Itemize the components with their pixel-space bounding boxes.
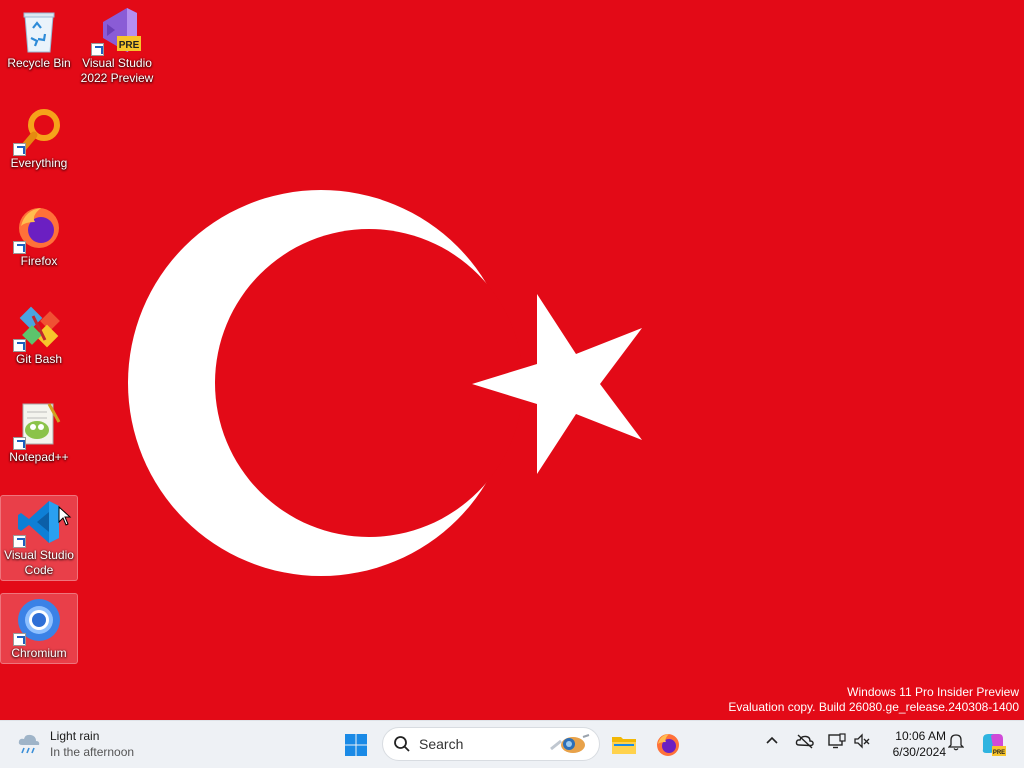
firefox-icon [657, 734, 679, 756]
shortcut-arrow-icon [13, 633, 26, 646]
copilot-preview-icon: PRE [982, 734, 1006, 756]
taskbar: Light rain In the afternoon Search 10:06… [0, 720, 1024, 768]
shortcut-arrow-icon [91, 43, 104, 56]
monitor-icon [828, 733, 846, 749]
wallpaper-turkish-flag [0, 0, 1024, 720]
copilot-button[interactable]: PRE [980, 731, 1006, 762]
desktop-icon-label: Chromium [11, 646, 67, 660]
search-icon [394, 736, 410, 752]
shortcut-arrow-icon [13, 437, 26, 450]
display-button[interactable] [828, 733, 846, 754]
desktop-icon-label: Visual Studio Code [4, 548, 74, 577]
firefox-icon [13, 204, 63, 254]
volume-button[interactable] [853, 733, 871, 754]
desktop-icon-label: Recycle Bin [7, 56, 71, 70]
clock-time: 10:06 AM [895, 729, 946, 743]
taskbar-clock[interactable]: 10:06 AM 6/30/2024 [878, 728, 946, 760]
desktop-icon-label: Firefox [20, 254, 58, 268]
desktop-icon-everything[interactable]: Everything [1, 106, 77, 171]
git-bash-icon [13, 302, 63, 352]
windows-start-icon [345, 734, 367, 756]
cloud-offline-icon [795, 734, 814, 749]
taskbar-firefox[interactable] [650, 727, 686, 763]
file-explorer-icon [612, 737, 636, 754]
weather-condition: Light rain [50, 729, 100, 743]
notifications-button[interactable] [947, 733, 965, 756]
search-highlight-icon [550, 734, 590, 753]
vscode-icon [13, 498, 63, 548]
clock-date: 6/30/2024 [892, 745, 946, 759]
desktop-icon-label: Everything [10, 156, 68, 170]
taskbar-search-box[interactable]: Search [382, 727, 600, 761]
chromium-icon [13, 596, 63, 646]
desktop[interactable]: Recycle Bin PRE Visual Studio 2022 Previ… [0, 0, 1024, 720]
chevron-up-icon [766, 736, 778, 744]
svg-text:PRE: PRE [119, 40, 140, 51]
notepad-plus-plus-icon [13, 400, 63, 450]
shortcut-arrow-icon [13, 143, 26, 156]
svg-text:PRE: PRE [993, 750, 1005, 756]
desktop-icon-label: Visual Studio 2022 Preview [80, 56, 154, 85]
weather-widget[interactable]: Light rain In the afternoon [16, 728, 134, 760]
search-placeholder: Search [419, 736, 464, 752]
watermark-line-2: Evaluation copy. Build 26080.ge_release.… [728, 700, 1019, 714]
everything-search-icon [13, 106, 63, 156]
network-status-button[interactable] [795, 733, 815, 754]
weather-forecast: In the afternoon [50, 745, 135, 759]
start-button[interactable] [338, 727, 374, 763]
desktop-icon-recycle-bin[interactable]: Recycle Bin [1, 6, 77, 71]
shortcut-arrow-icon [13, 339, 26, 352]
desktop-icon-label: Notepad++ [9, 450, 69, 464]
desktop-icon-git-bash[interactable]: Git Bash [1, 302, 77, 367]
watermark-line-1: Windows 11 Pro Insider Preview [847, 685, 1019, 699]
recycle-bin-icon [15, 6, 63, 54]
desktop-icon-chromium[interactable]: Chromium [0, 593, 78, 664]
desktop-icon-visual-studio-2022-preview[interactable]: PRE Visual Studio 2022 Preview [79, 6, 155, 86]
rain-cloud-icon [18, 734, 40, 754]
shortcut-arrow-icon [13, 535, 26, 548]
desktop-icon-notepad-plus-plus[interactable]: Notepad++ [1, 400, 77, 465]
show-hidden-icons-button[interactable] [764, 733, 780, 754]
mouse-pointer-icon [58, 506, 72, 526]
visual-studio-preview-icon: PRE [91, 6, 141, 56]
desktop-icon-label: Git Bash [15, 352, 63, 366]
speaker-muted-icon [854, 733, 870, 749]
desktop-icon-firefox[interactable]: Firefox [1, 204, 77, 269]
shortcut-arrow-icon [13, 241, 26, 254]
windows-evaluation-watermark: Windows 11 Pro Insider Preview Evaluatio… [728, 685, 1019, 715]
bell-icon [947, 734, 965, 751]
taskbar-file-explorer[interactable] [606, 727, 642, 763]
